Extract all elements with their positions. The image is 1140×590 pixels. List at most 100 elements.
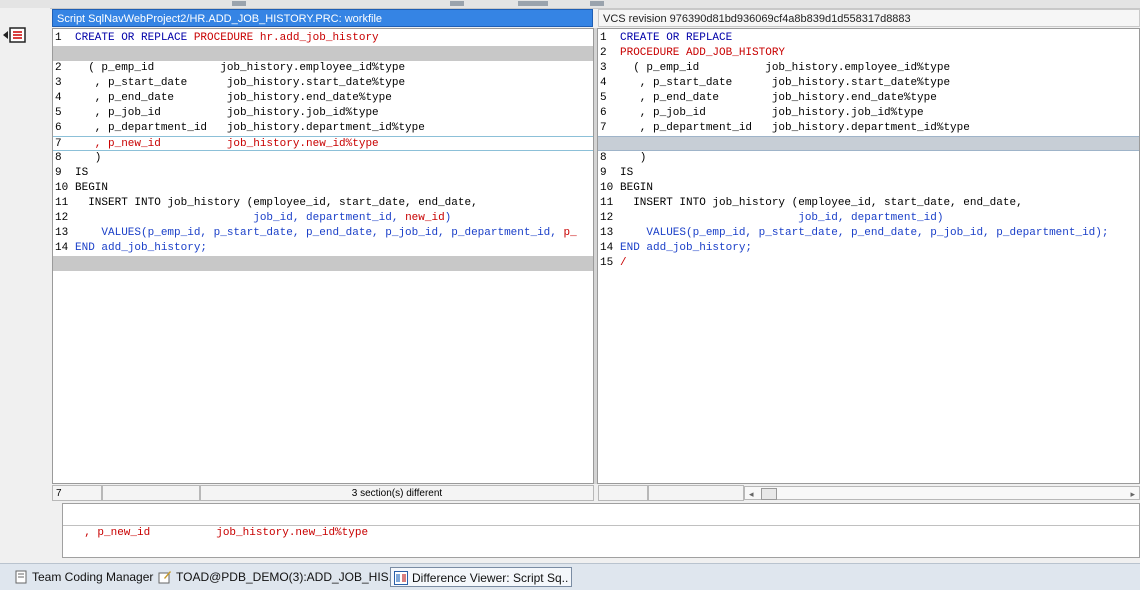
left-pane-title: Script SqlNavWebProject2/HR.ADD_JOB_HIST… — [52, 9, 593, 27]
code-token: , p_department_id job_history.department… — [620, 122, 970, 134]
line-number: 7 — [55, 138, 62, 150]
task-team-coding-manager[interactable]: Team Coding Manager — [14, 567, 153, 587]
taskbar: Team Coding Manager TOAD@PDB_DEMO(3):ADD… — [0, 563, 1140, 590]
code-line: 4 , p_start_date job_history.start_date%… — [598, 76, 1139, 91]
code-text: , p_department_id job_history.department… — [620, 121, 970, 136]
code-text: VALUES(p_emp_id, p_start_date, p_end_dat… — [620, 226, 1108, 241]
code-token: IS — [620, 167, 634, 179]
line-number: 4 — [55, 92, 62, 104]
task-toad-editor[interactable]: TOAD@PDB_DEMO(3):ADD_JOB_HIS.. — [158, 567, 395, 587]
code-line: 3 , p_start_date job_history.start_date%… — [53, 76, 593, 91]
code-text: BEGIN — [75, 181, 108, 196]
line-number: 14 — [55, 242, 69, 254]
toolbar-button[interactable] — [518, 1, 548, 6]
task-label: Team Coding Manager — [32, 570, 154, 584]
horizontal-scrollbar[interactable]: ◂ ▸ — [744, 486, 1140, 500]
code-token: PROCEDURE hr.add_job_history — [193, 32, 379, 44]
code-text: ) — [620, 151, 647, 166]
line-number: 2 — [600, 47, 607, 59]
code-text: job_id, department_id) — [620, 211, 943, 226]
code-token: END add_job_history; — [75, 242, 208, 254]
line-number: 10 — [55, 182, 69, 194]
code-token: ( p_emp_id job_history.employee_id%type — [620, 62, 951, 74]
code-token: , p_start_date job_history.start_date%ty… — [75, 77, 406, 89]
code-line: 11 INSERT INTO job_history (employee_id,… — [598, 196, 1139, 211]
right-editor[interactable]: 1 CREATE OR REPLACE 2 PROCEDURE ADD_JOB_HIS… — [597, 28, 1140, 484]
diff-gap-row — [598, 136, 1139, 151]
code-token: , p_new_id job_history.new_id%type — [75, 138, 379, 150]
code-token: job_id, department_id) — [620, 212, 944, 224]
code-text: VALUES(p_emp_id, p_start_date, p_end_dat… — [75, 226, 576, 241]
code-text: ( p_emp_id job_history.employee_id%type — [75, 61, 405, 76]
line-number: 10 — [600, 182, 614, 194]
code-text: , p_department_id job_history.department… — [75, 121, 425, 136]
line-number: 11 — [55, 197, 69, 209]
scroll-thumb[interactable] — [761, 488, 777, 500]
code-line: 10 BEGIN — [598, 181, 1139, 196]
code-token: PROCEDURE ADD_JOB_HISTORY — [620, 47, 786, 59]
toolbar-button[interactable] — [232, 1, 246, 6]
code-text: CREATE OR REPLACE PROCEDURE hr.add_job_h… — [75, 31, 379, 46]
line-number: 12 — [600, 212, 614, 224]
code-text: , p_start_date job_history.start_date%ty… — [75, 76, 405, 91]
code-text: PROCEDURE ADD_JOB_HISTORY — [620, 46, 785, 61]
code-text: BEGIN — [620, 181, 653, 196]
code-line: 3 ( p_emp_id job_history.employee_id%typ… — [598, 61, 1139, 76]
code-text: END add_job_history; — [620, 241, 752, 256]
code-token: BEGIN — [620, 182, 654, 194]
scroll-right-icon[interactable]: ▸ — [1130, 486, 1135, 502]
scroll-left-icon[interactable]: ◂ — [749, 486, 754, 502]
line-number: 12 — [55, 212, 69, 224]
code-text: , p_start_date job_history.start_date%ty… — [620, 76, 950, 91]
code-token: , p_end_date job_history.end_date%type — [75, 92, 392, 104]
code-token: CREATE OR REPLACE — [75, 32, 194, 44]
task-difference-viewer[interactable]: Difference Viewer: Script Sq.. — [390, 567, 573, 587]
code-line: 5 , p_end_date job_history.end_date%type — [598, 91, 1139, 106]
line-number: 7 — [600, 122, 607, 134]
difference-viewer-icon — [394, 571, 408, 585]
code-text: INSERT INTO job_history (employee_id, st… — [620, 196, 1022, 211]
status-cell — [598, 485, 648, 501]
code-line: 10 BEGIN — [53, 181, 593, 196]
line-number: 5 — [600, 92, 607, 104]
code-line: 6 , p_department_id job_history.departme… — [53, 121, 593, 136]
code-line: 12 job_id, department_id) — [598, 211, 1139, 226]
line-number: 8 — [55, 152, 62, 164]
code-token: INSERT INTO job_history (employee_id, st… — [75, 197, 478, 209]
diff-navigator-icon[interactable] — [2, 26, 28, 44]
code-token: new_id — [405, 212, 445, 224]
editor-icon — [158, 571, 171, 584]
status-bar: 7 3 section(s) different ◂ ▸ — [52, 485, 1140, 501]
code-line: 9 IS — [598, 166, 1139, 181]
code-token: CREATE OR REPLACE — [620, 32, 733, 44]
code-line: 14 END add_job_history; — [598, 241, 1139, 256]
code-line: 13 VALUES(p_emp_id, p_start_date, p_end_… — [53, 226, 593, 241]
code-line: 8 ) — [598, 151, 1139, 166]
code-token: , p_end_date job_history.end_date%type — [620, 92, 937, 104]
code-line: 2 PROCEDURE ADD_JOB_HISTORY — [598, 46, 1139, 61]
line-compare-panel: , p_new_id job_history.new_id%type — [62, 503, 1140, 558]
line-number: 2 — [55, 62, 62, 74]
sections-different-label: 3 section(s) different — [200, 485, 594, 501]
left-editor[interactable]: 1 CREATE OR REPLACE PROCEDURE hr.add_job_… — [52, 28, 594, 484]
code-text: ) — [75, 151, 102, 166]
code-token: , p_start_date job_history.start_date%ty… — [620, 77, 951, 89]
code-line: 2 ( p_emp_id job_history.employee_id%typ… — [53, 61, 593, 76]
status-cell — [102, 485, 200, 501]
code-text: IS — [620, 166, 633, 181]
line-number: 9 — [600, 167, 607, 179]
diff-gap-row — [53, 46, 593, 61]
code-text: END add_job_history; — [75, 241, 207, 256]
line-number: 6 — [55, 122, 62, 134]
code-token: , p_job_id job_history.job_id%type — [75, 107, 379, 119]
line-number: 8 — [600, 152, 607, 164]
selected-line-text: , p_new_id job_history.new_id%type — [63, 509, 1139, 539]
toolbar-button[interactable] — [450, 1, 464, 6]
line-number: 9 — [55, 167, 62, 179]
code-text: / — [620, 256, 627, 271]
code-line: 11 INSERT INTO job_history (employee_id,… — [53, 196, 593, 211]
code-token: , p_department_id job_history.department… — [75, 122, 425, 134]
code-text: , p_job_id job_history.job_id%type — [620, 106, 924, 121]
code-token: IS — [75, 167, 89, 179]
toolbar-button[interactable] — [590, 1, 604, 6]
